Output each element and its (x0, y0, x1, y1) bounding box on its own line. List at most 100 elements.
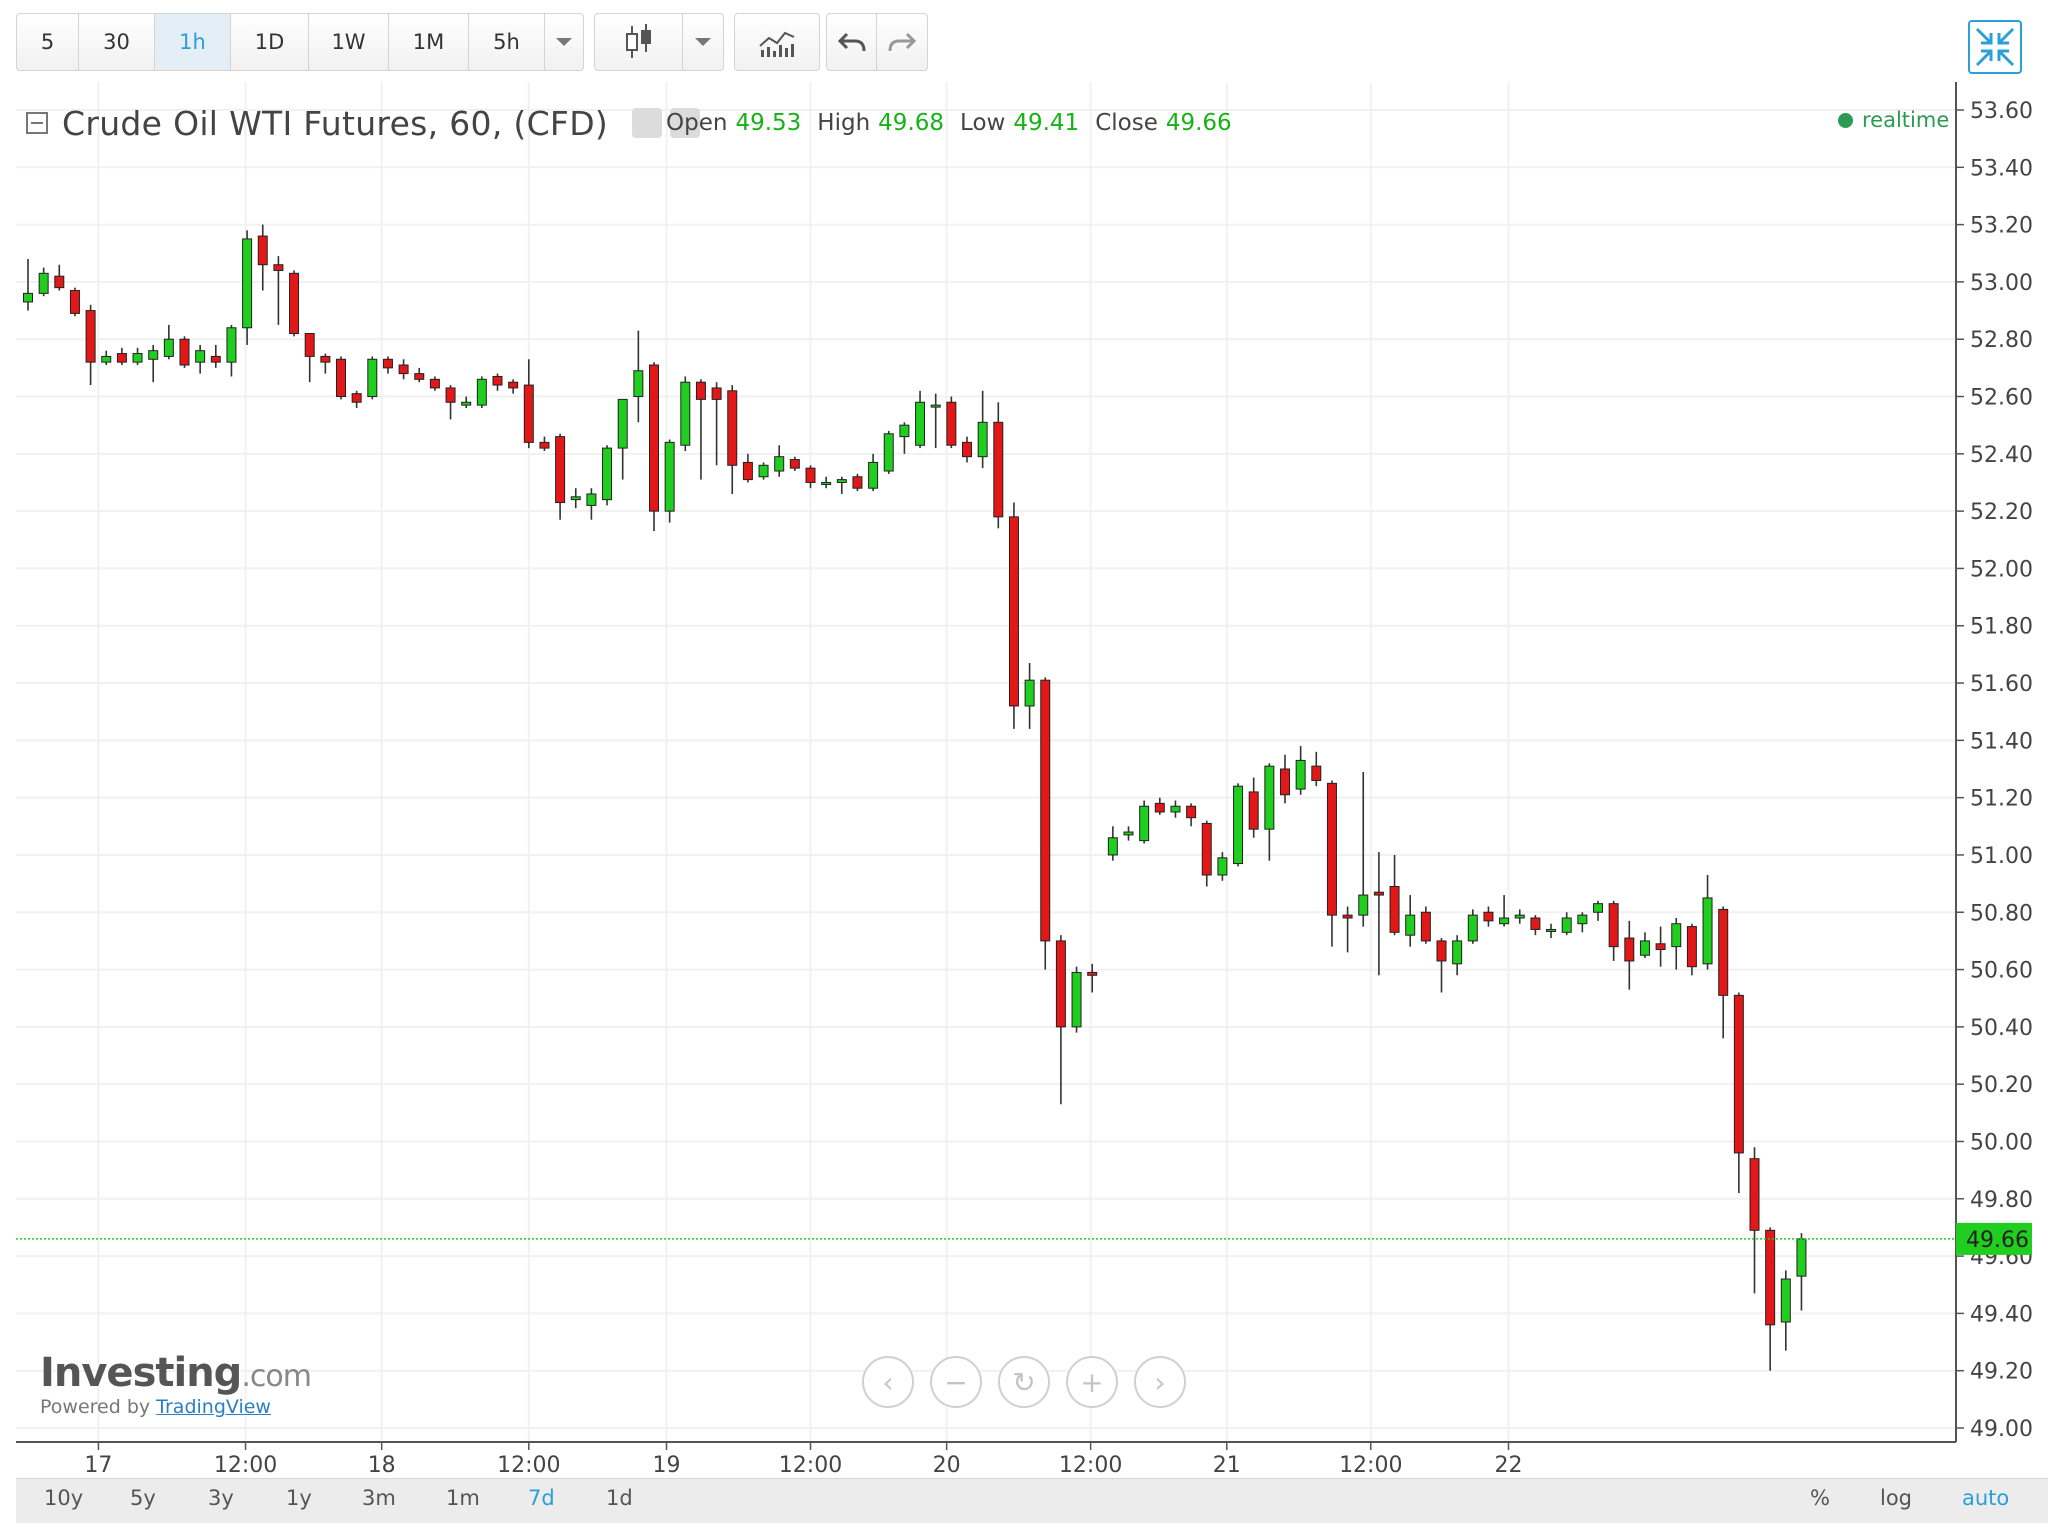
candle[interactable] (1467, 909, 1478, 944)
candle[interactable] (993, 402, 1004, 529)
candle[interactable] (85, 304, 96, 386)
candle[interactable] (523, 359, 534, 449)
candle[interactable] (633, 330, 644, 423)
candle[interactable] (1264, 763, 1275, 861)
candle[interactable] (1671, 917, 1682, 970)
candle[interactable] (1436, 938, 1447, 993)
candle[interactable] (1796, 1233, 1807, 1311)
candle[interactable] (570, 488, 581, 509)
investing-logo[interactable]: Investing.com (40, 1350, 312, 1396)
range-7d[interactable]: 7d (528, 1486, 555, 1510)
candle[interactable] (1139, 800, 1150, 844)
candle[interactable] (1154, 797, 1165, 815)
candle[interactable] (1405, 895, 1416, 947)
candle[interactable] (257, 224, 268, 291)
range-1d[interactable]: 1d (606, 1486, 633, 1510)
candle[interactable] (320, 353, 331, 374)
candle[interactable] (1530, 915, 1541, 936)
price-chart[interactable]: 53.60 53.40 53.20 53.00 52.80 52.60 52.40 52.20… (0, 0, 2048, 1536)
candle[interactable] (758, 462, 769, 480)
tradingview-link[interactable]: TradingView (156, 1396, 271, 1418)
range-3m[interactable]: 3m (362, 1486, 396, 1510)
candle[interactable] (805, 465, 816, 489)
candle[interactable] (1702, 875, 1713, 970)
candle[interactable] (429, 376, 440, 391)
candle[interactable] (461, 396, 472, 408)
candle[interactable] (132, 347, 143, 366)
candle[interactable] (962, 436, 972, 463)
candle[interactable] (852, 473, 863, 492)
candle[interactable] (899, 422, 910, 454)
candle[interactable] (1201, 820, 1212, 887)
collapse-legend-icon[interactable] (26, 112, 48, 134)
candle[interactable] (1087, 963, 1098, 993)
candle[interactable] (382, 356, 393, 374)
candle[interactable] (1123, 826, 1134, 841)
candle[interactable] (774, 445, 785, 477)
candle[interactable] (1295, 746, 1306, 795)
candle[interactable] (1655, 926, 1666, 967)
candle[interactable] (1326, 780, 1337, 947)
candle[interactable] (1686, 923, 1697, 976)
candle[interactable] (1389, 854, 1400, 936)
candle[interactable] (1718, 906, 1729, 1039)
candle[interactable] (1624, 920, 1635, 990)
candle[interactable] (1358, 771, 1369, 927)
candle[interactable] (1040, 677, 1051, 970)
candle[interactable] (1233, 783, 1244, 867)
candle[interactable] (1765, 1227, 1776, 1371)
log-scale-toggle[interactable]: log (1880, 1486, 1912, 1510)
candle[interactable] (476, 376, 487, 408)
candle[interactable] (38, 267, 49, 297)
candle[interactable] (1420, 906, 1431, 944)
candle[interactable] (1170, 800, 1181, 818)
candle[interactable] (1483, 906, 1494, 927)
candle[interactable] (179, 336, 190, 368)
candle[interactable] (1593, 900, 1603, 921)
candle[interactable] (836, 476, 847, 494)
candle[interactable] (445, 385, 456, 420)
candle[interactable] (1342, 906, 1353, 953)
candle[interactable] (555, 433, 566, 520)
candle[interactable] (1024, 662, 1035, 729)
zoom-out-button[interactable]: − (930, 1356, 982, 1408)
candle[interactable] (680, 376, 691, 451)
candle[interactable] (1071, 966, 1082, 1033)
candle[interactable] (210, 344, 221, 368)
candle[interactable] (289, 270, 300, 337)
candle[interactable] (789, 456, 800, 472)
candle[interactable] (1577, 912, 1588, 933)
candle[interactable] (101, 350, 112, 366)
candle[interactable] (1008, 502, 1019, 729)
candle[interactable] (868, 453, 879, 492)
candle[interactable] (1608, 900, 1619, 961)
range-1y[interactable]: 1y (286, 1486, 312, 1510)
candle[interactable] (304, 332, 315, 383)
range-1m[interactable]: 1m (446, 1486, 480, 1510)
candle[interactable] (930, 393, 941, 449)
candle[interactable] (336, 356, 346, 400)
candle[interactable] (539, 436, 550, 451)
candle[interactable] (1780, 1270, 1791, 1351)
candle[interactable] (1186, 803, 1197, 827)
candle[interactable] (1546, 923, 1557, 939)
candle[interactable] (977, 390, 988, 469)
candle[interactable] (273, 256, 284, 325)
candle[interactable] (226, 324, 237, 377)
candle[interactable] (1561, 912, 1572, 936)
range-3y[interactable]: 3y (208, 1486, 234, 1510)
auto-scale-toggle[interactable]: auto (1962, 1486, 2009, 1510)
candle[interactable] (195, 344, 206, 374)
candle[interactable] (727, 385, 738, 494)
candle[interactable] (1499, 895, 1510, 927)
candle[interactable] (414, 367, 425, 383)
candle[interactable] (1373, 852, 1384, 976)
candle[interactable] (116, 347, 127, 366)
candle[interactable] (163, 324, 174, 360)
reset-button[interactable]: ↻ (998, 1356, 1050, 1408)
candle[interactable] (351, 390, 362, 408)
candle[interactable] (915, 390, 926, 449)
range-10y[interactable]: 10y (44, 1486, 83, 1510)
candle[interactable] (148, 344, 159, 383)
eye-icon[interactable] (632, 108, 663, 138)
